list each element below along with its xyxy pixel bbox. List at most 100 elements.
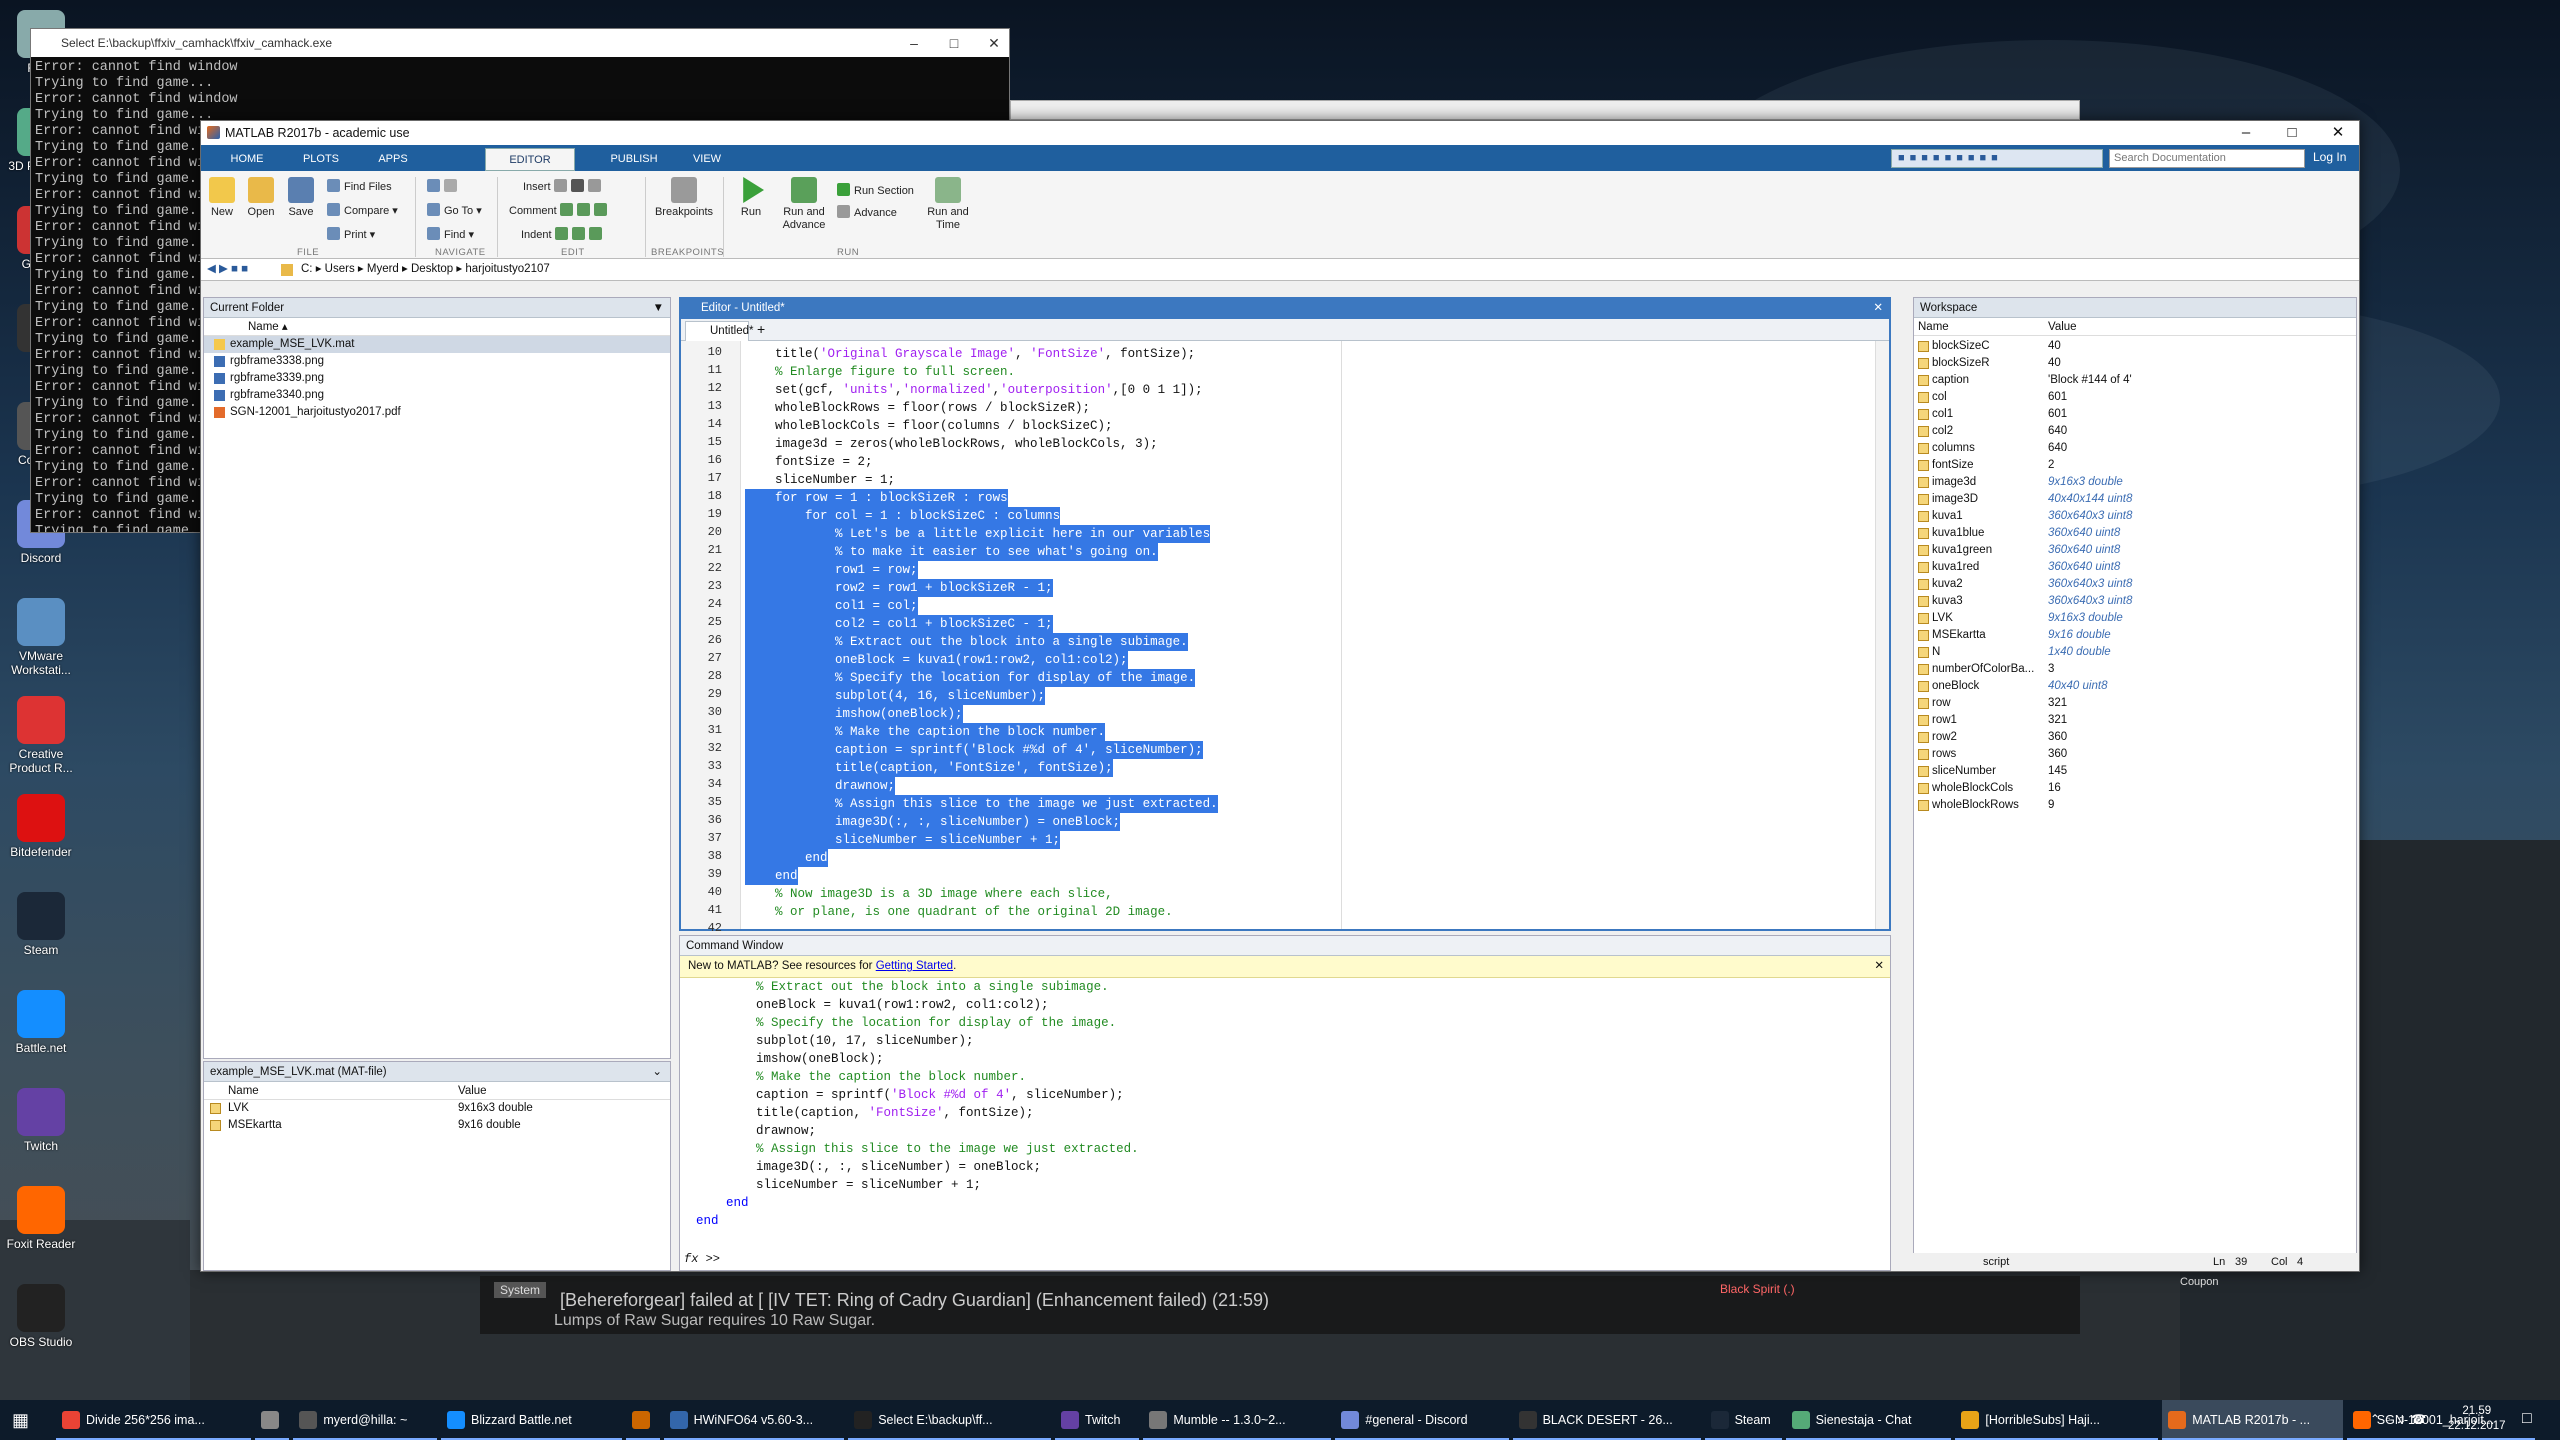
code-line[interactable]: title('Original Grayscale Image', 'FontS… xyxy=(745,345,1195,363)
breadcrumb[interactable]: C: ▸ Users ▸ Myerd ▸ Desktop ▸ harjoitus… xyxy=(301,259,550,280)
workspace-variable[interactable]: col2 640 xyxy=(1914,423,2354,440)
code-line[interactable]: for row = 1 : blockSizeR : rows xyxy=(745,489,1008,507)
maximize-icon[interactable]: □ xyxy=(2269,121,2315,145)
workspace-variable[interactable]: numberOfColorBa... 3 xyxy=(1914,661,2354,678)
panel-menu-icon[interactable]: ▼ xyxy=(653,298,664,318)
code-line[interactable]: % Now image3D is a 3D image where each s… xyxy=(745,885,1113,903)
search-documentation-input[interactable]: Search Documentation xyxy=(2109,149,2305,168)
advance-button[interactable]: Advance xyxy=(837,205,897,220)
taskbar-item[interactable]: BLACK DESERT - 26... xyxy=(1512,1400,1701,1440)
workspace-variable[interactable]: rows 360 xyxy=(1914,746,2354,763)
desktop-icon[interactable]: VMware Workstati... xyxy=(6,598,76,677)
breadcrumb-item[interactable]: Users xyxy=(325,263,355,275)
taskbar-item[interactable]: Sienestaja - Chat xyxy=(1785,1400,1952,1440)
workspace-variable[interactable]: blockSizeC 40 xyxy=(1914,338,2354,355)
new-button[interactable]: New xyxy=(207,177,237,219)
workspace-variable[interactable]: sliceNumber 145 xyxy=(1914,763,2354,780)
taskbar-item[interactable]: Select E:\backup\ff... xyxy=(848,1400,1051,1440)
desktop-icon[interactable]: Foxit Reader xyxy=(6,1186,76,1251)
workspace-variable[interactable]: kuva1blue 360x640 uint8 xyxy=(1914,525,2354,542)
code-line[interactable]: % Assign this slice to the image we just… xyxy=(745,795,1218,813)
breadcrumb-item[interactable]: Desktop xyxy=(411,263,453,275)
code-line[interactable]: title(caption, 'FontSize', fontSize); xyxy=(745,759,1113,777)
desktop-icon[interactable]: Battle.net xyxy=(6,990,76,1055)
taskbar-item[interactable]: [HorribleSubs] Haji... xyxy=(1955,1400,2159,1440)
code-line[interactable]: % to make it easier to see what's going … xyxy=(745,543,1158,561)
tab-publish[interactable]: PUBLISH xyxy=(599,148,669,171)
workspace-variable[interactable]: kuva1red 360x640 uint8 xyxy=(1914,559,2354,576)
file-item[interactable]: rgbframe3338.png xyxy=(204,353,670,370)
workspace-variable[interactable]: row2 360 xyxy=(1914,729,2354,746)
workspace-variable[interactable]: row1 321 xyxy=(1914,712,2354,729)
taskbar-item[interactable]: Twitch xyxy=(1055,1400,1140,1440)
taskbar-item[interactable]: Steam xyxy=(1704,1400,1782,1440)
tray-icons[interactable]: ⌃▫♫☎ xyxy=(2370,1412,2432,1426)
workspace-variable[interactable]: col 601 xyxy=(1914,389,2354,406)
code-line[interactable]: image3d = zeros(wholeBlockRows, wholeBlo… xyxy=(745,435,1158,453)
workspace-variable[interactable]: image3d 9x16x3 double xyxy=(1914,474,2354,491)
workspace-variable[interactable]: caption 'Block #144 of 4' xyxy=(1914,372,2354,389)
workspace-variable[interactable]: wholeBlockRows 9 xyxy=(1914,797,2354,814)
windows-start-icon[interactable]: ▦ xyxy=(12,1410,29,1431)
desktop-icon[interactable]: Twitch xyxy=(6,1088,76,1153)
print-button[interactable]: Print ▾ xyxy=(327,227,375,242)
taskbar-item[interactable]: MATLAB R2017b - ... xyxy=(2162,1400,2343,1440)
code-line[interactable]: end xyxy=(745,867,798,885)
workspace-variable[interactable]: LVK 9x16x3 double xyxy=(1914,610,2354,627)
workspace-variable[interactable]: kuva1green 360x640 uint8 xyxy=(1914,542,2354,559)
workspace-variable[interactable]: columns 640 xyxy=(1914,440,2354,457)
tab-untitled[interactable]: Untitled* xyxy=(685,321,753,341)
back-forward-icons[interactable]: ◀ ▶ ■ ■ xyxy=(207,259,248,280)
desktop-icon[interactable]: Creative Product R... xyxy=(6,696,76,775)
find-files-button[interactable]: Find Files xyxy=(327,179,392,194)
comment-button[interactable]: Comment xyxy=(509,203,611,218)
new-tab-icon[interactable]: + xyxy=(757,321,765,337)
banner-close-icon[interactable]: ✕ xyxy=(1874,956,1884,977)
code-line[interactable]: drawnow; xyxy=(745,777,896,795)
tab-view[interactable]: VIEW xyxy=(677,148,737,171)
breakpoints-button[interactable]: Breakpoints xyxy=(649,177,719,219)
breadcrumb-item[interactable]: Myerd xyxy=(367,263,399,275)
tab-home[interactable]: HOME xyxy=(215,148,279,171)
run-button[interactable]: Run xyxy=(731,177,771,219)
code-line[interactable]: col2 = col1 + blockSizeC - 1; xyxy=(745,615,1053,633)
workspace-variable[interactable]: oneBlock 40x40 uint8 xyxy=(1914,678,2354,695)
code-line[interactable]: for col = 1 : blockSizeC : columns xyxy=(745,507,1061,525)
workspace-variable[interactable]: MSEkartta 9x16 double xyxy=(1914,627,2354,644)
taskbar-item[interactable]: Blizzard Battle.net xyxy=(441,1400,622,1440)
code-line[interactable]: caption = sprintf('Block #%d of 4', slic… xyxy=(745,741,1203,759)
navigate-arrows[interactable] xyxy=(427,179,461,194)
code-line[interactable]: end xyxy=(745,849,828,867)
code-line[interactable]: row1 = row; xyxy=(745,561,918,579)
code-line[interactable]: oneBlock = kuva1(row1:row2, col1:col2); xyxy=(745,651,1128,669)
go-to-button[interactable]: Go To ▾ xyxy=(427,203,482,218)
breadcrumb-item[interactable]: C: xyxy=(301,263,313,275)
file-item[interactable]: example_MSE_LVK.mat xyxy=(204,336,670,353)
workspace-columns[interactable]: Name Value xyxy=(1914,318,2356,336)
code-line[interactable]: fontSize = 2; xyxy=(745,453,873,471)
taskbar-item[interactable]: myerd@hilla: ~ xyxy=(293,1400,437,1440)
column-header-name[interactable]: Name ▴ xyxy=(204,318,670,336)
file-item[interactable]: SGN-12001_harjoitustyo2017.pdf xyxy=(204,404,670,421)
code-line[interactable]: image3D(:, :, sliceNumber) = oneBlock; xyxy=(745,813,1121,831)
compare-button[interactable]: Compare ▾ xyxy=(327,203,398,218)
code-line[interactable]: % Extract out the block into a single su… xyxy=(745,633,1188,651)
taskbar-item[interactable]: Mumble -- 1.3.0~2... xyxy=(1143,1400,1332,1440)
clock[interactable]: 21.59 22.12.2017 xyxy=(2448,1404,2506,1434)
workspace-variable[interactable]: image3D 40x40x144 uint8 xyxy=(1914,491,2354,508)
workspace-variable[interactable]: wholeBlockCols 16 xyxy=(1914,780,2354,797)
getting-started-link[interactable]: Getting Started xyxy=(876,960,953,972)
breadcrumb-item[interactable]: harjoitustyo2107 xyxy=(465,263,549,275)
code-line[interactable]: set(gcf, 'units','normalized','outerposi… xyxy=(745,381,1203,399)
close-icon[interactable]: ✕ xyxy=(2315,121,2361,145)
workspace-variable[interactable]: kuva3 360x640x3 uint8 xyxy=(1914,593,2354,610)
code-line[interactable]: % Specify the location for display of th… xyxy=(745,669,1196,687)
close-icon[interactable]: ✕ xyxy=(971,29,1009,57)
save-button[interactable]: Save xyxy=(285,177,317,219)
tab-plots[interactable]: PLOTS xyxy=(289,148,353,171)
code-line[interactable]: % Enlarge figure to full screen. xyxy=(745,363,1015,381)
code-line[interactable]: wholeBlockRows = floor(rows / blockSizeR… xyxy=(745,399,1090,417)
open-button[interactable]: Open xyxy=(245,177,277,219)
insert-button[interactable]: Insert xyxy=(523,179,605,194)
code-line[interactable]: sliceNumber = sliceNumber + 1; xyxy=(745,831,1061,849)
